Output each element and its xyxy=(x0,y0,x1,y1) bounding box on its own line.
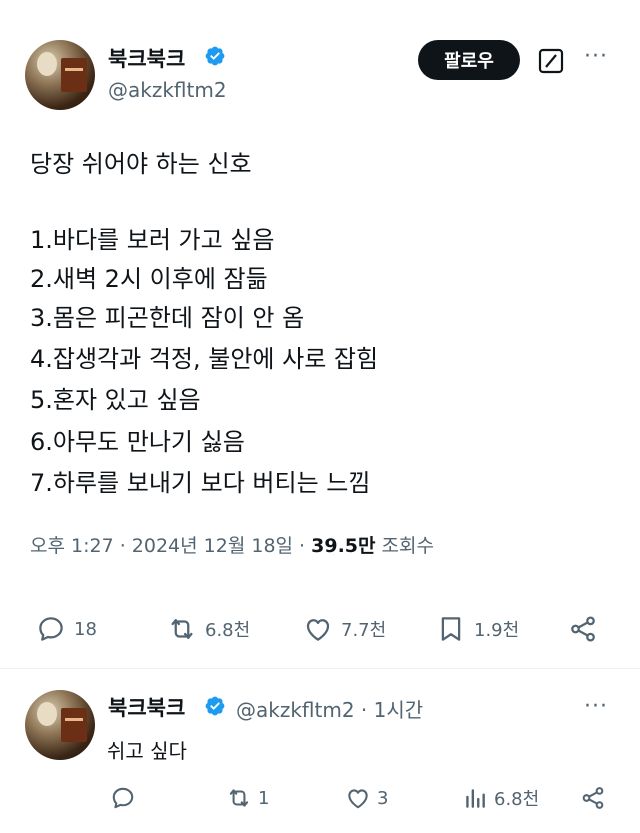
like-count: 7.7천 xyxy=(341,620,387,641)
bookmark-button[interactable]: 1.9천 xyxy=(436,614,519,644)
follow-button[interactable]: 팔로우 xyxy=(418,40,520,80)
share-icon xyxy=(582,787,604,809)
reply-text: 쉬고 싶다 xyxy=(107,739,187,763)
verified-badge-icon xyxy=(205,46,225,66)
reply-retweet-button[interactable]: 1 xyxy=(226,785,269,811)
more-icon[interactable]: ··· xyxy=(584,44,608,69)
reply-views-button[interactable]: 6.8천 xyxy=(462,785,539,811)
tweet-timestamp[interactable]: 오후 1:27 · 2024년 12월 18일 · xyxy=(30,535,311,557)
bookmark-icon xyxy=(441,617,461,641)
retweet-count: 1 xyxy=(258,787,270,809)
author-name[interactable]: 북크북크 xyxy=(108,43,185,73)
avatar-head xyxy=(37,702,57,726)
reply-handle-time[interactable]: @akzkfltm2 · 1시간 xyxy=(236,694,423,723)
reply-avatar[interactable] xyxy=(25,690,95,760)
avatar-head xyxy=(37,52,57,76)
retweet-button[interactable]: 6.8천 xyxy=(167,614,250,644)
avatar[interactable] xyxy=(25,40,95,110)
reply-count: 18 xyxy=(74,618,97,640)
reply-reply-button[interactable] xyxy=(110,785,136,811)
views-chart-icon xyxy=(466,789,485,808)
share-button[interactable] xyxy=(568,614,598,644)
reply-button[interactable]: 18 xyxy=(36,614,97,644)
retweet-icon xyxy=(229,789,249,807)
divider xyxy=(0,668,640,669)
retweet-icon xyxy=(171,619,193,639)
reply-share-button[interactable] xyxy=(580,785,606,811)
verified-badge-icon xyxy=(205,696,225,716)
avatar-book xyxy=(61,708,87,742)
grok-icon[interactable] xyxy=(538,48,564,74)
share-icon xyxy=(571,616,595,642)
retweet-count: 6.8천 xyxy=(205,620,251,641)
views-label: 조회수 xyxy=(375,535,434,557)
tweet-text-line: 1.바다를 보러 가고 싶음 xyxy=(30,226,275,254)
heart-icon xyxy=(306,619,330,641)
tweet-text-line: 5.혼자 있고 싶음 xyxy=(30,386,201,414)
bookmark-count: 1.9천 xyxy=(474,620,520,641)
author-handle[interactable]: @akzkfltm2 xyxy=(108,78,227,102)
heart-icon xyxy=(348,789,368,809)
tweet-text-line: 2.새벽 2시 이후에 잠듦 xyxy=(30,265,268,293)
like-count: 3 xyxy=(377,787,389,809)
tweet-meta: 오후 1:27 · 2024년 12월 18일 · 39.5만 조회수 xyxy=(30,531,434,558)
tweet-text-line: 4.잡생각과 걱정, 불안에 사로 잡힘 xyxy=(30,345,379,373)
tweet-text-line: 6.아무도 만나기 싫음 xyxy=(30,428,245,456)
like-button[interactable]: 7.7천 xyxy=(303,614,386,644)
tweet-text-line: 7.하루를 보내기 보다 버티는 느낌 xyxy=(30,469,371,497)
reply-author-name[interactable]: 북크북크 xyxy=(108,692,185,722)
tweet-text-line: 3.몸은 피곤한데 잠이 안 옴 xyxy=(30,304,305,332)
reply-like-button[interactable]: 3 xyxy=(345,785,388,811)
views-count: 6.8천 xyxy=(494,789,540,810)
avatar-book xyxy=(61,58,87,92)
more-icon[interactable]: ··· xyxy=(584,694,608,719)
reply-icon xyxy=(39,617,63,641)
reply-icon xyxy=(112,787,134,809)
tweet-text-line: 당장 쉬어야 하는 신호 xyxy=(30,150,252,178)
views-count: 39.5만 xyxy=(311,535,376,557)
